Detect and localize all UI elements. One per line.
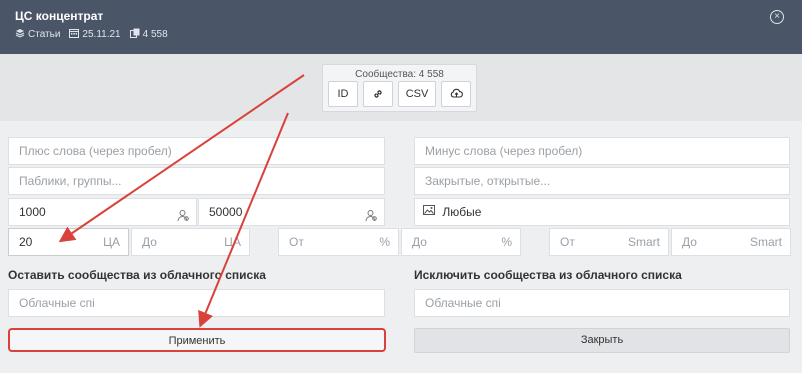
header-meta: Статьи 25.11.21 4 558 [15,28,173,41]
image-filter-value: Любые [442,205,482,219]
smart-from-placeholder: От [560,235,575,249]
count-meta: 4 558 [129,28,168,41]
header-bar: ЦС концентрат Статьи 25.11.21 4 558 × [0,0,802,54]
ca-to-placeholder: До [142,235,157,249]
cloud-upload-icon [450,88,463,102]
ca-from-input[interactable]: 20 ЦА [8,228,129,256]
link-button[interactable] [363,81,393,107]
pct-from-placeholder: От [289,235,304,249]
exclude-cloud-input[interactable]: Облачные спі [414,289,790,317]
copy-icon [129,28,140,41]
groups-placeholder: Паблики, группы... [19,174,122,188]
ca-suffix: ЦА [224,235,241,249]
ca-from-value: 20 [19,235,33,249]
calendar-icon [69,28,80,41]
id-button[interactable]: ID [328,81,358,107]
keep-cloud-label: Оставить сообщества из облачного списка [8,268,266,282]
smart-from-input[interactable]: От Smart [549,228,669,256]
category-text: Статьи [28,29,61,40]
image-filter-select[interactable]: Любые [414,198,790,226]
pct-from-input[interactable]: От % [278,228,399,256]
image-icon [423,198,435,224]
groups-input[interactable]: Паблики, группы... [8,167,385,195]
plus-words-input[interactable]: Плюс слова (через пробел) [8,137,385,165]
category-meta: Статьи [15,28,60,41]
plus-words-placeholder: Плюс слова (через пробел) [19,144,172,158]
ca-to-input[interactable]: До ЦА [131,228,250,256]
apply-button[interactable]: Применить [8,328,386,352]
export-toolbox: Сообщества: 4 558 ID CSV [322,64,477,112]
cloud-upload-button[interactable] [441,81,471,107]
smart-to-input[interactable]: До Smart [671,228,791,256]
members-from-input[interactable]: 1000 [8,198,197,226]
closed-open-placeholder: Закрытые, открытые... [425,174,551,188]
csv-button[interactable]: CSV [398,81,436,107]
communities-count-label: Сообщества: 4 558 [355,69,444,80]
minus-words-placeholder: Минус слова (через пробел) [425,144,583,158]
members-from-value: 1000 [19,205,46,219]
closed-open-input[interactable]: Закрытые, открытые... [414,167,790,195]
exclude-cloud-placeholder: Облачные спі [425,296,501,310]
keep-cloud-input[interactable]: Облачные спі [8,289,385,317]
members-to-input[interactable]: 50000 [198,198,385,226]
keep-cloud-placeholder: Облачные спі [19,296,95,310]
layers-icon [15,28,25,41]
pct-to-placeholder: До [412,235,427,249]
members-to-value: 50000 [209,205,243,219]
smart-suffix: Smart [627,235,660,249]
pct-to-input[interactable]: До % [401,228,521,256]
pct-suffix: % [501,235,512,249]
smart-suffix: Smart [749,235,782,249]
close-icon[interactable]: × [770,10,784,24]
smart-to-placeholder: До [682,235,697,249]
pct-suffix: % [379,235,390,249]
link-icon [372,90,384,103]
close-button[interactable]: Закрыть [414,328,790,353]
date-text: 25.11.21 [82,29,121,40]
count-text: 4 558 [142,29,168,40]
exclude-cloud-label: Исключить сообщества из облачного списка [414,268,682,282]
page-title: ЦС концентрат [15,9,104,23]
date-meta: 25.11.21 [69,28,121,41]
minus-words-input[interactable]: Минус слова (через пробел) [414,137,790,165]
ca-suffix: ЦА [103,235,120,249]
